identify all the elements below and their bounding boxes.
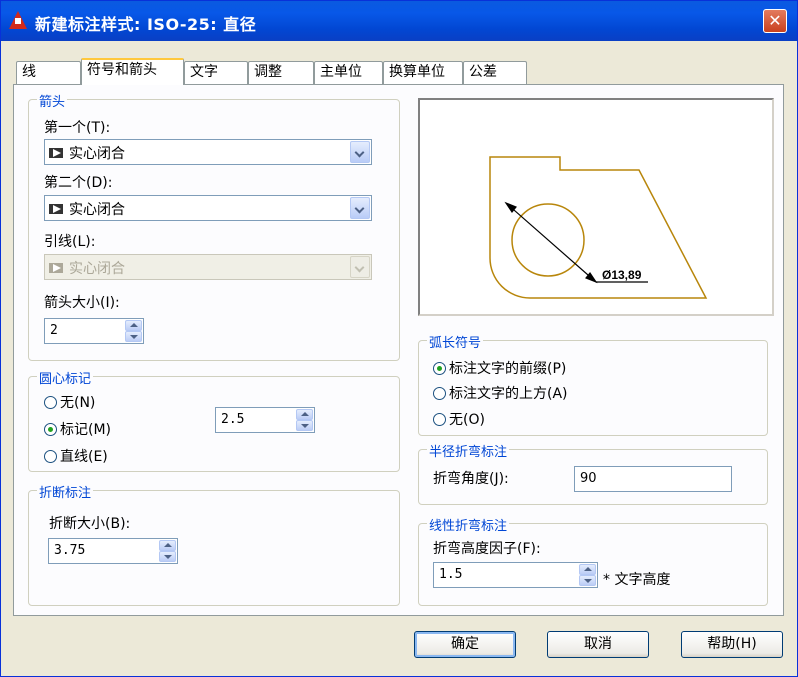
- preview-dimension-text: Ø13,89: [602, 268, 642, 282]
- radio-selected-icon: [433, 362, 446, 375]
- tab-fit[interactable]: 调整: [248, 61, 314, 84]
- center-mark-line-radio[interactable]: 直线(E): [44, 446, 108, 466]
- second-arrow-select[interactable]: 实心闭合: [44, 195, 372, 221]
- leader-arrow-label: 引线(L):: [44, 234, 96, 250]
- spin-up-icon[interactable]: [296, 409, 313, 420]
- radio-icon: [44, 450, 57, 463]
- tab-lines[interactable]: 线: [16, 61, 81, 84]
- tab-alternate-units[interactable]: 换算单位: [383, 61, 463, 84]
- arrow-size-label: 箭头大小(I):: [44, 295, 120, 311]
- jog-factor-input[interactable]: 1.5: [433, 562, 598, 588]
- preview-part-outline: [489, 156, 708, 299]
- radio-icon: [44, 396, 57, 409]
- arc-prefix-label: 标注文字的前缀(P): [449, 361, 567, 377]
- spin-down-icon[interactable]: [125, 331, 142, 342]
- arc-none-label: 无(O): [449, 412, 485, 428]
- chevron-down-icon[interactable]: [350, 197, 370, 219]
- jog-factor-spinner[interactable]: [579, 564, 596, 586]
- tab-primary-units[interactable]: 主单位: [314, 61, 383, 84]
- arc-none-radio[interactable]: 无(O): [433, 409, 485, 429]
- center-mark-none-radio[interactable]: 无(N): [44, 392, 95, 412]
- arc-prefix-radio[interactable]: 标注文字的前缀(P): [433, 358, 566, 378]
- autocad-logo-icon: [9, 11, 27, 29]
- leader-arrow-select: 实心闭合: [44, 254, 372, 280]
- closed-filled-arrow-icon: [49, 263, 63, 273]
- spin-up-icon[interactable]: [125, 320, 142, 331]
- radio-icon: [433, 387, 446, 400]
- spin-up-icon[interactable]: [579, 564, 596, 575]
- center-mark-mark-label: 标记(M): [60, 422, 112, 438]
- first-arrow-select[interactable]: 实心闭合: [44, 139, 372, 165]
- close-button[interactable]: ✕: [763, 9, 787, 33]
- spin-up-icon[interactable]: [159, 540, 176, 551]
- radio-selected-icon: [44, 423, 57, 436]
- center-mark-line-label: 直线(E): [60, 449, 108, 465]
- ok-button[interactable]: 确定: [414, 631, 516, 658]
- second-arrow-value: 实心闭合: [69, 202, 125, 218]
- arc-length-group-title: 弧长符号: [427, 332, 484, 351]
- radius-jog-group-title: 半径折弯标注: [427, 441, 510, 460]
- cancel-button[interactable]: 取消: [547, 631, 649, 658]
- arc-above-label: 标注文字的上方(A): [449, 386, 568, 402]
- chevron-down-icon[interactable]: [350, 141, 370, 163]
- preview-outline: [489, 156, 708, 299]
- leader-arrow-value: 实心闭合: [69, 261, 125, 277]
- linear-jog-group-title: 线性折弯标注: [427, 515, 510, 534]
- break-size-value: 3.75: [54, 543, 86, 558]
- center-mark-size-spinner[interactable]: [296, 409, 313, 431]
- arc-above-radio[interactable]: 标注文字的上方(A): [433, 383, 568, 403]
- closed-filled-arrow-icon: [49, 204, 63, 214]
- jog-angle-label: 折弯角度(J):: [433, 471, 509, 487]
- break-size-input[interactable]: 3.75: [48, 538, 178, 564]
- dialog-window: 新建标注样式: ISO-25: 直径 ✕ 线 符号和箭头 文字 调整 主单位 换…: [0, 0, 798, 677]
- tab-symbols-arrows[interactable]: 符号和箭头: [81, 58, 184, 85]
- break-size-label: 折断大小(B):: [49, 516, 131, 532]
- preview-pane: Ø13,89: [418, 98, 774, 316]
- center-marks-group-title: 圆心标记: [37, 368, 94, 387]
- break-size-spinner[interactable]: [159, 540, 176, 562]
- spin-down-icon[interactable]: [159, 551, 176, 562]
- jog-angle-input[interactable]: 90: [574, 466, 732, 492]
- closed-filled-arrow-icon: [49, 148, 63, 158]
- dim-break-group-title: 折断标注: [37, 482, 94, 501]
- radio-icon: [433, 413, 446, 426]
- center-mark-mark-radio[interactable]: 标记(M): [44, 419, 111, 439]
- spin-down-icon[interactable]: [579, 575, 596, 586]
- window-title: 新建标注样式: ISO-25: 直径: [35, 15, 257, 34]
- tab-text[interactable]: 文字: [184, 61, 248, 84]
- center-mark-none-label: 无(N): [60, 395, 96, 411]
- arrow-size-input[interactable]: 2: [44, 318, 144, 344]
- jog-factor-suffix: * 文字高度: [603, 572, 671, 588]
- first-arrow-label: 第一个(T):: [44, 120, 111, 136]
- arrowheads-group-title: 箭头: [37, 91, 68, 110]
- center-mark-size-input[interactable]: 2.5: [215, 407, 315, 433]
- chevron-down-icon: [350, 256, 370, 278]
- arrow-size-spinner[interactable]: [125, 320, 142, 342]
- diameter-line: [505, 202, 597, 283]
- close-icon: ✕: [768, 11, 782, 30]
- jog-factor-label: 折弯高度因子(F):: [433, 541, 541, 557]
- second-arrow-label: 第二个(D):: [44, 175, 113, 191]
- jog-angle-value: 90: [580, 471, 597, 486]
- arrow-size-value: 2: [50, 323, 58, 338]
- help-button[interactable]: 帮助(H): [681, 631, 783, 658]
- dimension-preview-drawing: Ø13,89: [489, 156, 708, 299]
- title-bar[interactable]: 新建标注样式: ISO-25: 直径 ✕: [1, 1, 797, 41]
- spin-down-icon[interactable]: [296, 420, 313, 431]
- center-mark-size-value: 2.5: [221, 412, 245, 427]
- jog-factor-value: 1.5: [439, 567, 463, 582]
- tab-tolerances[interactable]: 公差: [463, 61, 527, 84]
- first-arrow-value: 实心闭合: [69, 146, 125, 162]
